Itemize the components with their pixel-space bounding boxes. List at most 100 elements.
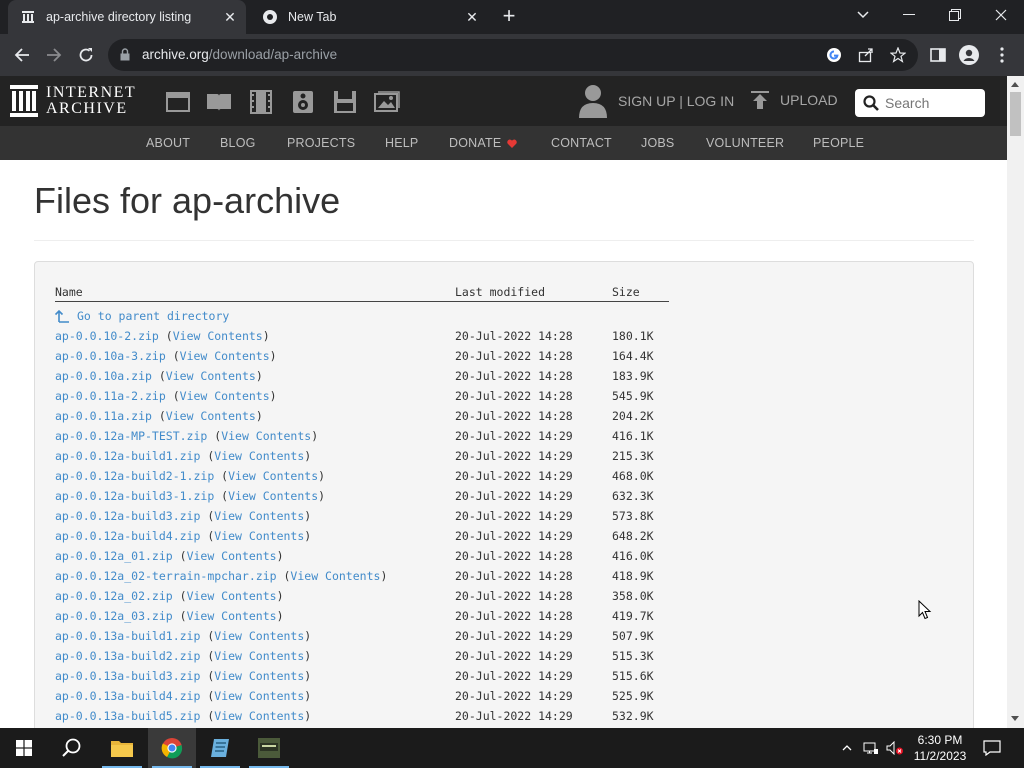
- view-contents-link[interactable]: View Contents: [187, 609, 277, 623]
- column-header-last-modified[interactable]: Last modified: [455, 285, 545, 299]
- file-link[interactable]: ap-0.0.13a-build1.zip: [55, 629, 200, 643]
- nav-about[interactable]: ABOUT: [146, 136, 190, 150]
- web-icon[interactable]: [165, 90, 191, 114]
- share-icon[interactable]: [856, 45, 876, 65]
- nav-help[interactable]: HELP: [385, 136, 418, 150]
- taskbar-search-icon[interactable]: [48, 728, 96, 768]
- texts-book-icon[interactable]: [206, 90, 232, 114]
- view-contents-link[interactable]: View Contents: [180, 349, 270, 363]
- nav-contact[interactable]: CONTACT: [551, 136, 612, 150]
- tab-new-tab[interactable]: New Tab ✕: [250, 0, 488, 34]
- taskbar-clock[interactable]: 6:30 PM 11/2/2023: [908, 732, 972, 764]
- file-link[interactable]: ap-0.0.10-2.zip: [55, 329, 159, 343]
- view-contents-link[interactable]: View Contents: [290, 569, 380, 583]
- game-app-icon[interactable]: [245, 728, 293, 768]
- chrome-taskbar-icon[interactable]: [148, 728, 196, 768]
- column-header-name[interactable]: Name: [55, 285, 83, 299]
- file-link[interactable]: ap-0.0.13a-build5.zip: [55, 709, 200, 723]
- account-area[interactable]: SIGN UP | LOG IN: [578, 84, 734, 118]
- view-contents-link[interactable]: View Contents: [180, 389, 270, 403]
- view-contents-link[interactable]: View Contents: [173, 329, 263, 343]
- column-header-size[interactable]: Size: [612, 285, 640, 299]
- view-contents-link[interactable]: View Contents: [214, 649, 304, 663]
- video-film-icon[interactable]: [248, 90, 274, 114]
- notepad-app-icon[interactable]: [196, 728, 244, 768]
- file-link[interactable]: ap-0.0.12a-build3.zip: [55, 509, 200, 523]
- view-contents-link[interactable]: View Contents: [228, 489, 318, 503]
- file-link[interactable]: ap-0.0.12a-build3-1.zip: [55, 489, 214, 503]
- nav-blog[interactable]: BLOG: [220, 136, 256, 150]
- file-link[interactable]: ap-0.0.12a-build1.zip: [55, 449, 200, 463]
- file-link[interactable]: ap-0.0.12a_01.zip: [55, 549, 173, 563]
- view-contents-link[interactable]: View Contents: [214, 709, 304, 723]
- file-link[interactable]: ap-0.0.13a-build4.zip: [55, 689, 200, 703]
- search-input[interactable]: [885, 95, 985, 111]
- ia-search-box[interactable]: [855, 89, 985, 117]
- profile-avatar-icon[interactable]: [959, 45, 979, 65]
- nav-projects[interactable]: PROJECTS: [287, 136, 355, 150]
- close-tab-icon[interactable]: ✕: [462, 7, 482, 27]
- file-link[interactable]: ap-0.0.12a-build4.zip: [55, 529, 200, 543]
- scroll-down-arrow-icon[interactable]: [1011, 716, 1019, 721]
- restore-icon[interactable]: [932, 0, 978, 30]
- show-hidden-icons-chevron-icon[interactable]: [838, 728, 856, 768]
- volume-muted-icon[interactable]: [884, 728, 906, 768]
- network-icon[interactable]: [860, 728, 882, 768]
- notifications-icon[interactable]: [980, 728, 1004, 768]
- software-floppy-icon[interactable]: [332, 90, 358, 114]
- view-contents-link[interactable]: View Contents: [214, 689, 304, 703]
- sign-up-log-in-link[interactable]: SIGN UP | LOG IN: [618, 93, 734, 109]
- view-contents-link[interactable]: View Contents: [166, 369, 256, 383]
- tab-search-chevron-icon[interactable]: [840, 0, 886, 30]
- file-link[interactable]: ap-0.0.12a_02.zip: [55, 589, 173, 603]
- view-contents-link[interactable]: View Contents: [187, 589, 277, 603]
- google-lens-icon[interactable]: [824, 45, 844, 65]
- parent-directory-link[interactable]: Go to parent directory: [77, 309, 229, 323]
- file-link[interactable]: ap-0.0.12a_03.zip: [55, 609, 173, 623]
- windows-start-icon[interactable]: [0, 728, 48, 768]
- upload-label: UPLOAD: [780, 92, 838, 108]
- file-link[interactable]: ap-0.0.12a-build2-1.zip: [55, 469, 214, 483]
- scroll-up-arrow-icon[interactable]: [1011, 82, 1019, 87]
- file-link[interactable]: ap-0.0.10a.zip: [55, 369, 152, 383]
- view-contents-link[interactable]: View Contents: [221, 429, 311, 443]
- view-contents-link[interactable]: View Contents: [214, 449, 304, 463]
- forward-arrow-icon[interactable]: [42, 43, 66, 67]
- close-window-icon[interactable]: [978, 0, 1024, 30]
- view-contents-link[interactable]: View Contents: [228, 469, 318, 483]
- bookmark-star-icon[interactable]: [888, 45, 908, 65]
- side-panel-icon[interactable]: [928, 45, 948, 65]
- file-link[interactable]: ap-0.0.12a_02-terrain-mpchar.zip: [55, 569, 277, 583]
- nav-donate[interactable]: DONATE: [449, 136, 518, 151]
- upload-link[interactable]: UPLOAD: [750, 90, 838, 110]
- back-arrow-icon[interactable]: [10, 43, 34, 67]
- images-icon[interactable]: [374, 90, 400, 114]
- view-contents-link[interactable]: View Contents: [214, 629, 304, 643]
- internet-archive-logo[interactable]: INTERNET ARCHIVE: [10, 85, 136, 117]
- audio-speaker-icon[interactable]: [290, 90, 316, 114]
- file-link[interactable]: ap-0.0.11a.zip: [55, 409, 152, 423]
- page-scrollbar[interactable]: [1007, 76, 1024, 728]
- tab-ap-archive[interactable]: ap-archive directory listing ✕: [8, 0, 246, 34]
- kebab-menu-icon[interactable]: [992, 45, 1012, 65]
- nav-volunteer[interactable]: VOLUNTEER: [706, 136, 784, 150]
- scrollbar-thumb[interactable]: [1010, 92, 1021, 136]
- address-bar[interactable]: archive.org/download/ap-archive: [108, 39, 918, 71]
- minimize-icon[interactable]: [886, 0, 932, 30]
- close-tab-icon[interactable]: ✕: [220, 7, 240, 27]
- new-tab-plus-icon[interactable]: +: [498, 5, 520, 28]
- file-link[interactable]: ap-0.0.13a-build2.zip: [55, 649, 200, 663]
- nav-jobs[interactable]: JOBS: [641, 136, 674, 150]
- file-link[interactable]: ap-0.0.11a-2.zip: [55, 389, 166, 403]
- reload-icon[interactable]: [74, 43, 98, 67]
- view-contents-link[interactable]: View Contents: [166, 409, 256, 423]
- view-contents-link[interactable]: View Contents: [214, 509, 304, 523]
- view-contents-link[interactable]: View Contents: [214, 669, 304, 683]
- file-link[interactable]: ap-0.0.12a-MP-TEST.zip: [55, 429, 207, 443]
- file-link[interactable]: ap-0.0.10a-3.zip: [55, 349, 166, 363]
- file-explorer-icon[interactable]: [98, 728, 146, 768]
- view-contents-link[interactable]: View Contents: [214, 529, 304, 543]
- nav-people[interactable]: PEOPLE: [813, 136, 864, 150]
- file-link[interactable]: ap-0.0.13a-build3.zip: [55, 669, 200, 683]
- view-contents-link[interactable]: View Contents: [187, 549, 277, 563]
